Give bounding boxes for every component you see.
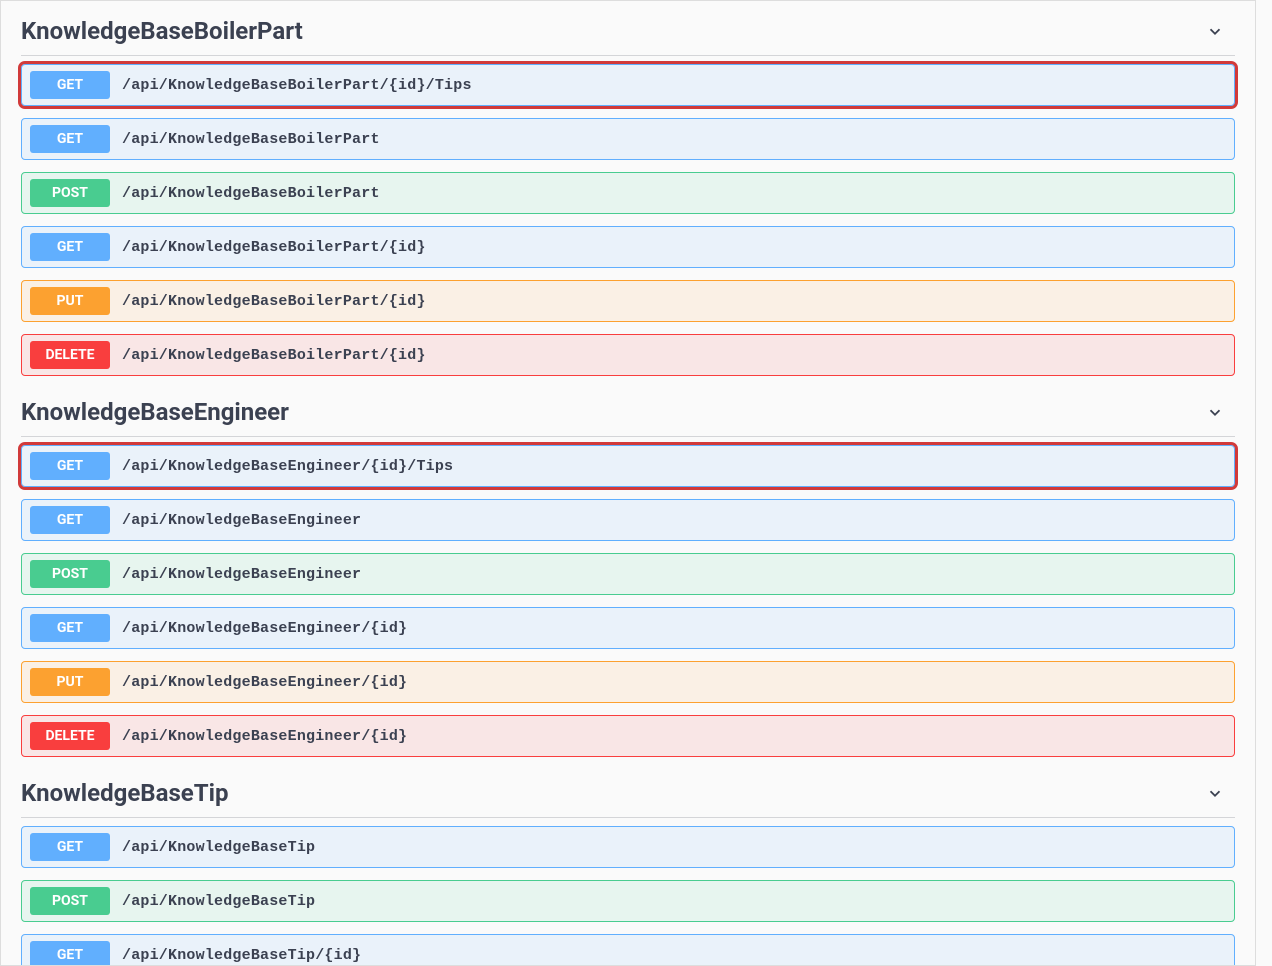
endpoint-path: /api/KnowledgeBaseEngineer/{id} <box>110 728 407 745</box>
operation-row[interactable]: GET/api/KnowledgeBaseBoilerPart <box>21 118 1235 160</box>
api-section: KnowledgeBaseBoilerPart GET/api/Knowledge… <box>21 7 1235 376</box>
http-method-badge: GET <box>30 614 110 642</box>
chevron-down-icon[interactable] <box>1205 21 1225 41</box>
endpoint-path: /api/KnowledgeBaseBoilerPart/{id} <box>110 347 426 364</box>
operation-row[interactable]: GET/api/KnowledgeBaseEngineer/{id} <box>21 607 1235 649</box>
operation-row[interactable]: DELETE/api/KnowledgeBaseBoilerPart/{id} <box>21 334 1235 376</box>
http-method-badge: GET <box>30 125 110 153</box>
endpoint-path: /api/KnowledgeBaseTip/{id} <box>110 947 361 964</box>
http-method-badge: GET <box>30 833 110 861</box>
http-method-badge: PUT <box>30 668 110 696</box>
http-method-badge: POST <box>30 179 110 207</box>
endpoint-path: /api/KnowledgeBaseEngineer/{id} <box>110 674 407 691</box>
chevron-down-icon[interactable] <box>1205 402 1225 422</box>
operation-row[interactable]: POST/api/KnowledgeBaseTip <box>21 880 1235 922</box>
endpoint-path: /api/KnowledgeBaseEngineer/{id}/Tips <box>110 458 453 475</box>
api-section: KnowledgeBaseTip GET/api/KnowledgeBaseTip… <box>21 769 1235 966</box>
operation-row[interactable]: GET/api/KnowledgeBaseTip <box>21 826 1235 868</box>
section-title: KnowledgeBaseTip <box>21 779 228 807</box>
endpoint-path: /api/KnowledgeBaseTip <box>110 839 315 856</box>
section-title: KnowledgeBaseBoilerPart <box>21 17 303 45</box>
http-method-badge: DELETE <box>30 722 110 750</box>
endpoint-path: /api/KnowledgeBaseEngineer/{id} <box>110 620 407 637</box>
endpoint-path: /api/KnowledgeBaseTip <box>110 893 315 910</box>
http-method-badge: POST <box>30 887 110 915</box>
operations-list: GET/api/KnowledgeBaseTipPOST/api/Knowled… <box>21 818 1235 966</box>
http-method-badge: POST <box>30 560 110 588</box>
section-header[interactable]: KnowledgeBaseBoilerPart <box>21 7 1235 56</box>
section-title: KnowledgeBaseEngineer <box>21 398 289 426</box>
operation-row[interactable]: GET/api/KnowledgeBaseBoilerPart/{id} <box>21 226 1235 268</box>
operation-row[interactable]: PUT/api/KnowledgeBaseBoilerPart/{id} <box>21 280 1235 322</box>
operation-row[interactable]: POST/api/KnowledgeBaseBoilerPart <box>21 172 1235 214</box>
endpoint-path: /api/KnowledgeBaseEngineer <box>110 566 361 583</box>
operations-list: GET/api/KnowledgeBaseBoilerPart/{id}/Tip… <box>21 56 1235 376</box>
api-section: KnowledgeBaseEngineer GET/api/KnowledgeBa… <box>21 388 1235 757</box>
endpoint-path: /api/KnowledgeBaseBoilerPart <box>110 185 380 202</box>
http-method-badge: GET <box>30 452 110 480</box>
operation-row[interactable]: GET/api/KnowledgeBaseEngineer <box>21 499 1235 541</box>
api-doc-content: KnowledgeBaseBoilerPart GET/api/Knowledge… <box>1 7 1255 966</box>
http-method-badge: DELETE <box>30 341 110 369</box>
section-header[interactable]: KnowledgeBaseTip <box>21 769 1235 818</box>
api-doc-viewport[interactable]: KnowledgeBaseBoilerPart GET/api/Knowledge… <box>0 0 1256 966</box>
operation-row[interactable]: GET/api/KnowledgeBaseBoilerPart/{id}/Tip… <box>21 64 1235 106</box>
endpoint-path: /api/KnowledgeBaseBoilerPart <box>110 131 380 148</box>
operations-list: GET/api/KnowledgeBaseEngineer/{id}/TipsG… <box>21 437 1235 757</box>
http-method-badge: GET <box>30 233 110 261</box>
operation-row[interactable]: POST/api/KnowledgeBaseEngineer <box>21 553 1235 595</box>
endpoint-path: /api/KnowledgeBaseBoilerPart/{id} <box>110 293 426 310</box>
operation-row[interactable]: GET/api/KnowledgeBaseTip/{id} <box>21 934 1235 966</box>
endpoint-path: /api/KnowledgeBaseBoilerPart/{id}/Tips <box>110 77 472 94</box>
http-method-badge: PUT <box>30 287 110 315</box>
endpoint-path: /api/KnowledgeBaseEngineer <box>110 512 361 529</box>
http-method-badge: GET <box>30 941 110 966</box>
chevron-down-icon[interactable] <box>1205 783 1225 803</box>
operation-row[interactable]: GET/api/KnowledgeBaseEngineer/{id}/Tips <box>21 445 1235 487</box>
section-header[interactable]: KnowledgeBaseEngineer <box>21 388 1235 437</box>
operation-row[interactable]: DELETE/api/KnowledgeBaseEngineer/{id} <box>21 715 1235 757</box>
operation-row[interactable]: PUT/api/KnowledgeBaseEngineer/{id} <box>21 661 1235 703</box>
http-method-badge: GET <box>30 506 110 534</box>
endpoint-path: /api/KnowledgeBaseBoilerPart/{id} <box>110 239 426 256</box>
http-method-badge: GET <box>30 71 110 99</box>
